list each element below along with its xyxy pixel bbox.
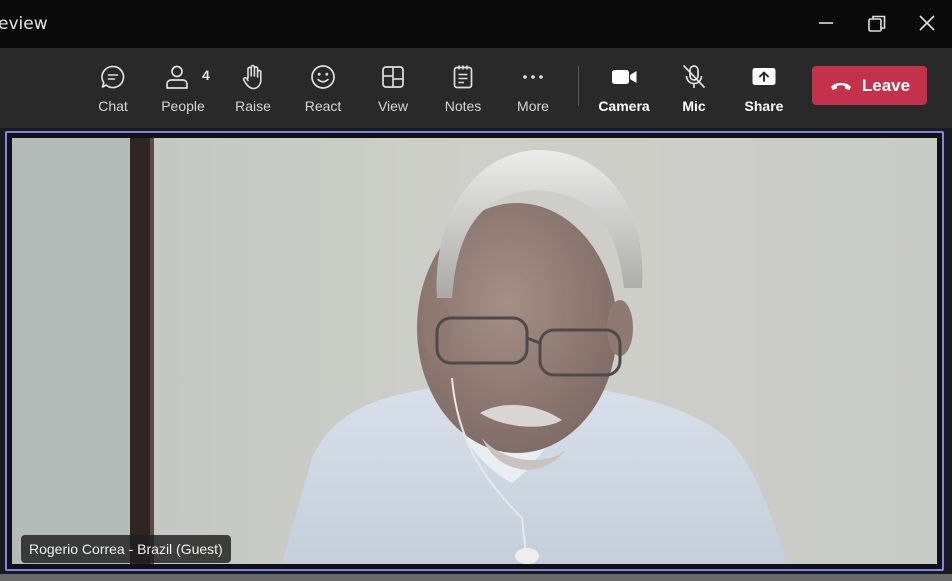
people-label: People xyxy=(161,98,205,114)
chat-button[interactable]: Chat xyxy=(83,62,143,118)
people-icon: 4 xyxy=(166,62,210,92)
view-label: View xyxy=(377,98,409,114)
restore-button[interactable] xyxy=(865,12,889,36)
window-title: eview xyxy=(0,14,48,34)
raise-hand-button[interactable]: Raise xyxy=(223,62,283,118)
more-button[interactable]: More xyxy=(503,62,563,118)
mic-muted-icon xyxy=(680,62,708,92)
notes-label: Notes xyxy=(444,98,482,114)
video-stage: Rogerio Correa - Brazil (Guest) xyxy=(0,128,952,581)
hang-up-icon xyxy=(830,82,851,90)
minimize-icon xyxy=(819,22,833,24)
mic-button[interactable]: Mic xyxy=(664,62,724,118)
view-grid-icon xyxy=(379,62,407,92)
share-label: Share xyxy=(744,98,784,114)
participant-video-feed xyxy=(12,138,937,564)
raise-hand-icon xyxy=(239,62,267,92)
bottom-video-strip xyxy=(0,574,952,581)
more-label: More xyxy=(517,98,549,114)
view-button[interactable]: View xyxy=(363,62,423,118)
share-button[interactable]: Share xyxy=(734,62,794,118)
more-icon xyxy=(519,62,547,92)
camera-button[interactable]: Camera xyxy=(594,62,654,118)
chat-icon xyxy=(99,62,127,92)
raise-label: Raise xyxy=(235,98,271,114)
mic-label: Mic xyxy=(682,98,706,114)
toolbar-divider xyxy=(578,66,579,106)
participant-name-tag: Rogerio Correa - Brazil (Guest) xyxy=(21,535,231,563)
react-label: React xyxy=(304,98,342,114)
camera-icon xyxy=(609,62,639,92)
camera-label: Camera xyxy=(598,98,650,114)
people-count: 4 xyxy=(202,67,210,83)
minimize-button[interactable] xyxy=(814,12,838,36)
share-icon xyxy=(749,62,779,92)
people-button[interactable]: 4 People xyxy=(153,62,213,118)
smiley-icon xyxy=(309,62,337,92)
restore-icon xyxy=(868,15,886,32)
leave-button[interactable]: Leave xyxy=(812,66,927,105)
meeting-toolbar: Chat 4 People Raise React View Notes Mor… xyxy=(0,48,952,128)
leave-label: Leave xyxy=(861,75,911,95)
title-bar: eview xyxy=(0,0,952,48)
notes-button[interactable]: Notes xyxy=(433,62,493,118)
close-icon xyxy=(919,15,935,31)
participant-name: Rogerio Correa - Brazil (Guest) xyxy=(29,541,223,557)
chat-label: Chat xyxy=(98,98,128,114)
close-button[interactable] xyxy=(915,12,939,36)
active-speaker-frame: Rogerio Correa - Brazil (Guest) xyxy=(5,131,944,571)
participant-video[interactable]: Rogerio Correa - Brazil (Guest) xyxy=(12,138,937,564)
notes-icon xyxy=(449,62,477,92)
react-button[interactable]: React xyxy=(293,62,353,118)
